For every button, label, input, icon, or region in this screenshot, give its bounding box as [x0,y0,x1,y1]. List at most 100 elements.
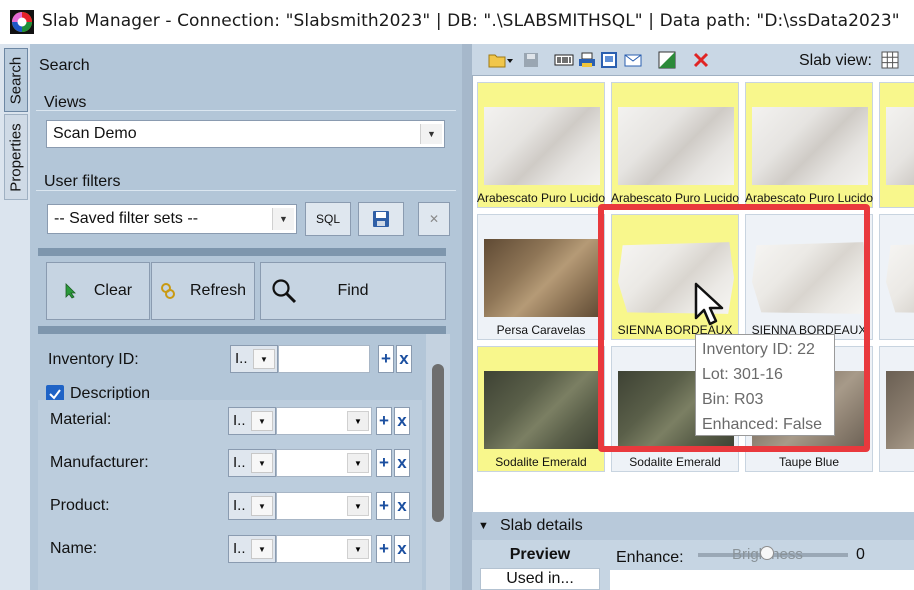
search-panel: Search Views Scan Demo ▼ User filters --… [30,44,462,590]
views-select[interactable]: Scan Demo ▼ [46,120,445,148]
chevron-down-icon[interactable]: ▼ [272,208,294,230]
clear-button-label: Clear [93,282,133,299]
slab-caption: Sodalite Emerald [629,455,721,469]
saved-filter-sets-select[interactable]: -- Saved filter sets -- ▼ [47,204,297,234]
title-bar: Slab Manager - Connection: "Slabsmith202… [0,0,914,44]
slab-details-title: Slab details [500,517,583,534]
slab-caption: Taupe Blue [778,455,840,469]
folder-open-icon[interactable] [488,51,514,69]
slab-details-header[interactable]: ▼ Slab details [472,512,914,540]
refresh-button[interactable]: Refresh [151,262,255,320]
brightness-slider-knob[interactable] [760,546,774,560]
product-operator-value: I.. [233,497,246,514]
product-remove-button[interactable]: x [394,492,410,520]
chevron-down-icon[interactable]: ▼ [251,496,273,516]
product-select[interactable]: ▼ [276,492,372,520]
name-select[interactable]: ▼ [276,535,372,563]
side-tab-strip: Search Properties [0,44,30,590]
material-add-button[interactable]: + [376,407,392,435]
chevron-down-icon[interactable]: ▼ [347,496,369,516]
sql-button[interactable]: SQL [305,202,351,236]
material-operator-value: I.. [233,412,246,429]
material-operator[interactable]: I.. ▼ [228,407,276,435]
views-selected-value: Scan Demo [53,125,137,142]
slab-image [886,107,914,185]
delete-filter-button[interactable]: ✕ [418,202,450,236]
scan-icon[interactable] [600,51,618,69]
window-title: Slab Manager - Connection: "Slabsmith202… [42,11,900,31]
slab-tile[interactable]: Arabescato Puro Lucido [745,82,873,208]
slab-image [752,107,868,185]
grid-view-icon[interactable] [881,51,899,69]
clear-button[interactable]: Clear [46,262,150,320]
slab-caption: Arabescato Puro Lucido [476,191,606,205]
inventory-id-add-button[interactable]: + [378,345,394,373]
chevron-down-icon[interactable]: ▼ [251,453,273,473]
name-add-button[interactable]: + [376,535,392,563]
slab-caption: SIENN [878,323,914,337]
close-icon: ✕ [428,212,440,226]
slab-tile[interactable] [879,82,914,208]
find-button[interactable]: Find [260,262,446,320]
email-icon[interactable] [624,51,642,69]
slab-tile[interactable]: T [879,346,914,472]
slab-tile[interactable]: Arabescato Puro Lucido [611,82,739,208]
tab-used-in[interactable]: Used in... [480,568,600,590]
material-select[interactable]: ▼ [276,407,372,435]
slab-tooltip: Inventory ID: 22 Lot: 301-16 Bin: R03 En… [695,334,835,436]
barcode-icon[interactable] [554,51,574,69]
collapse-arrow-icon[interactable]: ▼ [478,520,489,532]
chevron-down-icon[interactable]: ▼ [251,539,273,559]
chevron-down-icon[interactable]: ▼ [347,539,369,559]
slab-caption: Arabescato Puro Lucido [610,191,740,205]
filters-scrollbar-thumb[interactable] [432,364,444,522]
slab-image [484,107,600,185]
search-icon [272,279,297,304]
slab-toolbar: Slab view: [472,44,914,76]
save-filter-button[interactable] [358,202,404,236]
inventory-id-input[interactable] [278,345,370,373]
delete-icon[interactable] [692,51,710,69]
chevron-down-icon[interactable]: ▼ [253,349,275,369]
refresh-icon [160,283,175,299]
save-icon [373,211,389,227]
manufacturer-add-button[interactable]: + [376,449,392,477]
tab-search[interactable]: Search [4,48,28,112]
product-operator[interactable]: I.. ▼ [228,492,276,520]
tooltip-inventory-id: Inventory ID: 22 [702,341,815,358]
name-remove-button[interactable]: x [394,535,410,563]
slab-view-label: Slab view: [799,52,872,69]
chevron-down-icon[interactable]: ▼ [420,124,442,144]
slab-tile[interactable]: Sodalite Emerald [477,346,605,472]
product-add-button[interactable]: + [376,492,392,520]
chevron-down-icon[interactable]: ▼ [251,411,273,431]
slab-tile[interactable]: Persa Caravelas [477,214,605,340]
material-remove-button[interactable]: x [394,407,410,435]
slab-image [886,242,914,314]
name-operator-value: I.. [233,540,246,557]
chevron-down-icon[interactable]: ▼ [347,453,369,473]
slab-tile[interactable]: Arabescato Puro Lucido [477,82,605,208]
manufacturer-operator[interactable]: I.. ▼ [228,449,276,477]
refresh-button-label: Refresh [189,282,247,299]
tab-preview[interactable]: Preview [480,544,600,568]
save-icon[interactable] [522,51,540,69]
tooltip-bin: Bin: R03 [702,391,764,408]
name-operator[interactable]: I.. ▼ [228,535,276,563]
slab-caption: Sodalite Emerald [495,455,587,469]
chevron-down-icon[interactable]: ▼ [347,411,369,431]
slab-tile[interactable]: SIENN [879,214,914,340]
tab-properties[interactable]: Properties [4,114,28,200]
inventory-id-remove-button[interactable]: x [396,345,412,373]
manufacturer-select[interactable]: ▼ [276,449,372,477]
material-label: Material: [50,411,112,428]
print-label-icon[interactable] [578,51,596,69]
manufacturer-operator-value: I.. [233,454,246,471]
manufacturer-remove-button[interactable]: x [394,449,410,477]
panel-splitter[interactable] [462,44,472,590]
enhance-icon[interactable] [658,51,676,69]
brightness-value: 0 [856,546,865,563]
inventory-id-operator[interactable]: I.. ▼ [230,345,278,373]
slab-caption: Arabescato Puro Lucido [744,191,874,205]
separator [38,326,446,334]
